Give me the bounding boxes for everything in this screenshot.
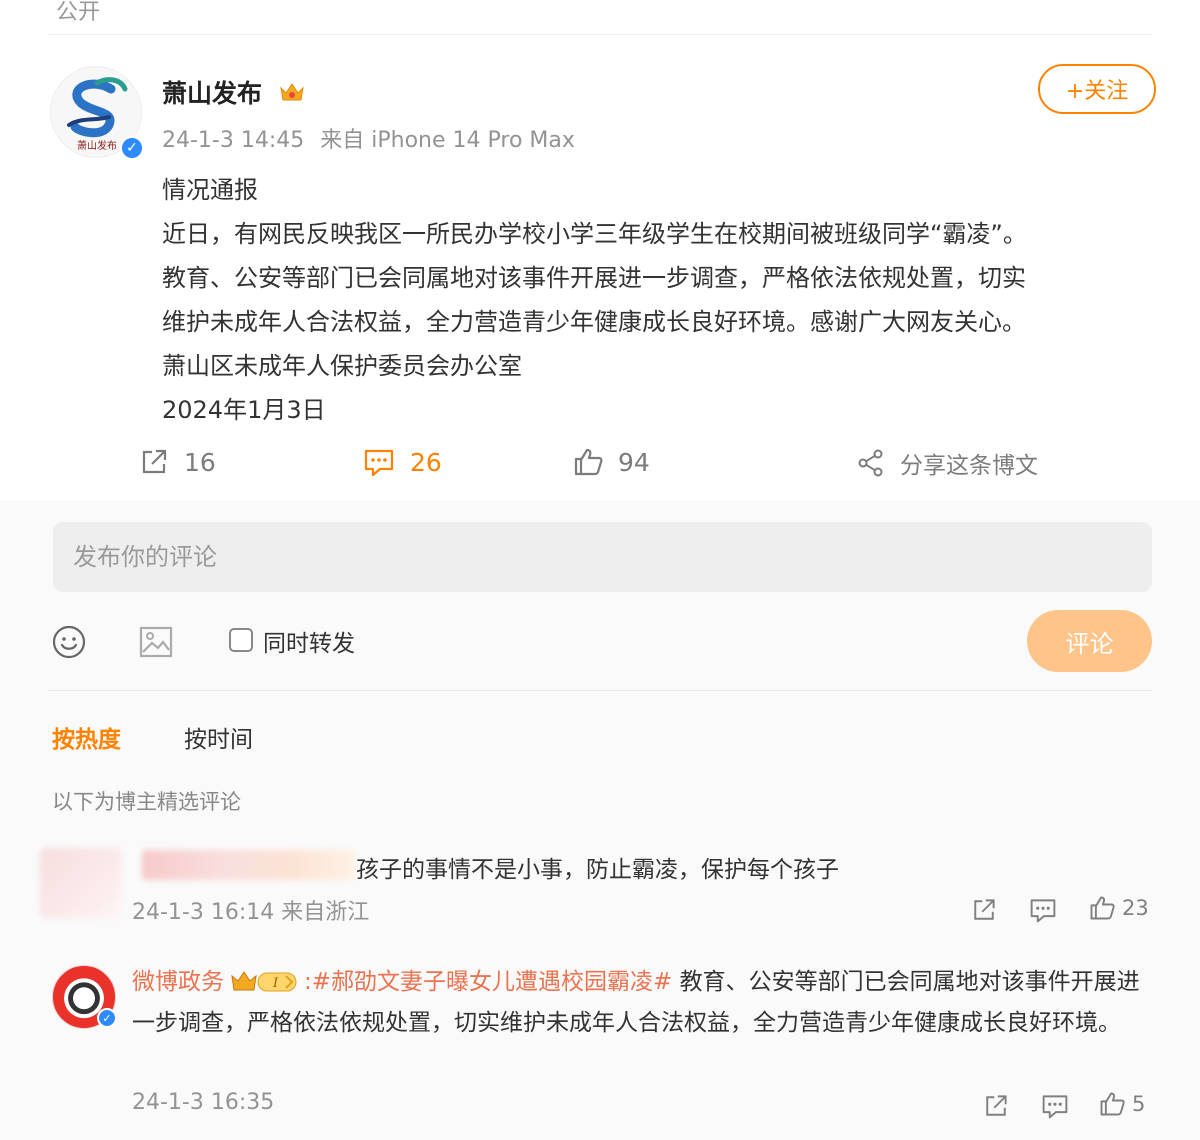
comment-username-blurred[interactable] (142, 850, 354, 880)
crown-badge-icon (280, 83, 304, 101)
top-strip: 公开 (0, 0, 1200, 36)
share-icon (858, 449, 883, 477)
follow-button[interactable]: +关注 (1038, 64, 1156, 114)
comments-section (0, 500, 1200, 1140)
divider (48, 690, 1152, 691)
comment-icon (1030, 899, 1056, 923)
post-source: 来自 iPhone 14 Pro Max (320, 128, 575, 153)
post-body-line: 教育、公安等部门已会同属地对该事件开展进一步调查，严格依法依规处置，切实 (162, 264, 1026, 292)
tab-sort-time[interactable]: 按时间 (184, 720, 253, 754)
comment-content: 微博政务 I :#郝劭文妻子曝女儿遭遇校园霸凌# 教育、公安等部门已会同属地对该… (132, 962, 1162, 1044)
verified-badge-icon: ✓ (120, 136, 144, 160)
post-meta: 24-1-3 14:45 来自 iPhone 14 Pro Max (162, 122, 575, 154)
comment-icon (364, 449, 394, 477)
comment-text: 孩子的事情不是小事，防止霸凌，保护每个孩子 (356, 857, 839, 883)
comment-button[interactable]: 26 (362, 446, 442, 478)
avatar-text: 萧山发布 (77, 139, 117, 152)
comment-like-button[interactable]: 23 (1088, 894, 1149, 922)
emoji-icon[interactable] (51, 624, 87, 660)
repost-count: 16 (184, 447, 216, 477)
comment-like-count: 5 (1132, 1092, 1146, 1116)
comment-repost-button[interactable] (982, 1092, 1010, 1120)
post-action-bar: 16 26 94 分享这条博文 (0, 440, 1200, 496)
comment-meta: 24-1-3 16:35 (132, 1090, 275, 1115)
comment-repost-button[interactable] (970, 896, 998, 924)
comment-like-button[interactable]: 5 (1098, 1090, 1145, 1118)
selected-comments-note: 以下为博主精选评论 (52, 790, 241, 814)
repost-icon (142, 449, 167, 474)
thumbs-up-icon (1090, 896, 1115, 920)
thumbs-up-icon (1100, 1092, 1125, 1116)
verified-badge-icon: ✓ (97, 1008, 117, 1028)
like-button[interactable]: 94 (572, 446, 650, 478)
like-count: 94 (618, 447, 650, 477)
comment-topic-link[interactable]: :#郝劭文妻子曝女儿遭遇校园霸凌# (304, 969, 672, 995)
post-body-line: 萧山区未成年人保护委员会办公室 (162, 352, 522, 380)
post-body-line: 维护未成年人合法权益，全力营造青少年健康成长良好环境。感谢广大网友关心。 (162, 308, 1026, 336)
comment-like-count: 23 (1122, 896, 1149, 920)
thumbs-up-icon (574, 448, 603, 476)
comment-reply-button[interactable] (1028, 896, 1058, 924)
comment-reply-button[interactable] (1040, 1092, 1070, 1120)
comment-avatar-blurred[interactable] (40, 848, 122, 918)
share-label: 分享这条博文 (900, 453, 1038, 479)
comment-count: 26 (410, 447, 442, 477)
post-body: 情况通报 近日，有网民反映我区一所民办学校小学三年级学生在校期间被班级同学“霸凌… (162, 168, 1162, 432)
post-timestamp[interactable]: 24-1-3 14:45 (162, 128, 304, 153)
submit-comment-button[interactable]: 评论 (1027, 610, 1152, 672)
post-body-line: 2024年1月3日 (162, 396, 326, 424)
repost-icon (974, 899, 995, 920)
post-body-line: 情况通报 (162, 176, 258, 204)
comment-meta: 24-1-3 16:14 来自浙江 (132, 900, 370, 925)
tab-sort-hot[interactable]: 按热度 (52, 720, 121, 754)
image-icon[interactable] (138, 624, 174, 660)
comment-icon (1042, 1095, 1068, 1119)
repost-icon (986, 1095, 1007, 1116)
sync-repost-label[interactable]: 同时转发 (263, 624, 355, 658)
author-name[interactable]: 萧山发布 (162, 74, 262, 110)
post-body-line: 近日，有网民反映我区一所民办学校小学三年级学生在校期间被班级同学“霸凌”。 (162, 220, 1027, 248)
share-button[interactable]: 分享这条博文 (856, 446, 1038, 480)
sync-repost-checkbox[interactable] (229, 628, 253, 652)
comment-author-name[interactable]: 微博政务 (132, 969, 224, 995)
comment-input[interactable] (53, 522, 1152, 592)
divider (48, 34, 1152, 35)
svg-text:I: I (272, 976, 279, 991)
visibility-label: 公开 (56, 0, 101, 25)
repost-button[interactable]: 16 (138, 446, 216, 478)
vip-crown-icon: I (230, 968, 300, 994)
